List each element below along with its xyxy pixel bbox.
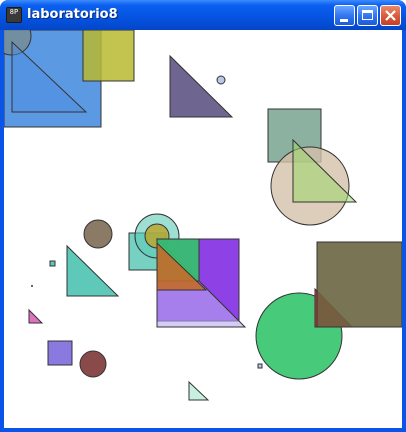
app-window: 8P laboratorio8 (0, 0, 406, 432)
tiny-blue-square (257, 363, 263, 369)
minimize-icon (340, 19, 348, 22)
maximize-icon (362, 10, 373, 20)
shapes-canvas (4, 30, 402, 401)
pink-triangle (28, 308, 44, 324)
olive-dark-square (316, 241, 402, 328)
lavender-square (47, 340, 73, 366)
maximize-button[interactable] (357, 5, 378, 26)
olive-square (82, 30, 135, 82)
tiny-dot (31, 285, 33, 287)
title-bar[interactable]: 8P laboratorio8 (0, 0, 406, 30)
brown-circle (83, 219, 113, 249)
purple-triangle (169, 54, 234, 118)
close-icon (385, 10, 396, 21)
app-icon[interactable]: 8P (6, 7, 22, 23)
close-button[interactable] (380, 5, 401, 26)
tiny-teal-square (49, 260, 56, 267)
minimize-button[interactable] (334, 5, 355, 26)
window-title: laboratorio8 (27, 7, 118, 22)
drawing-canvas (4, 30, 402, 428)
maroon-circle (79, 350, 107, 378)
mint-triangle (188, 380, 210, 401)
small-blue-circle (216, 75, 226, 85)
teal-triangle (66, 244, 120, 297)
